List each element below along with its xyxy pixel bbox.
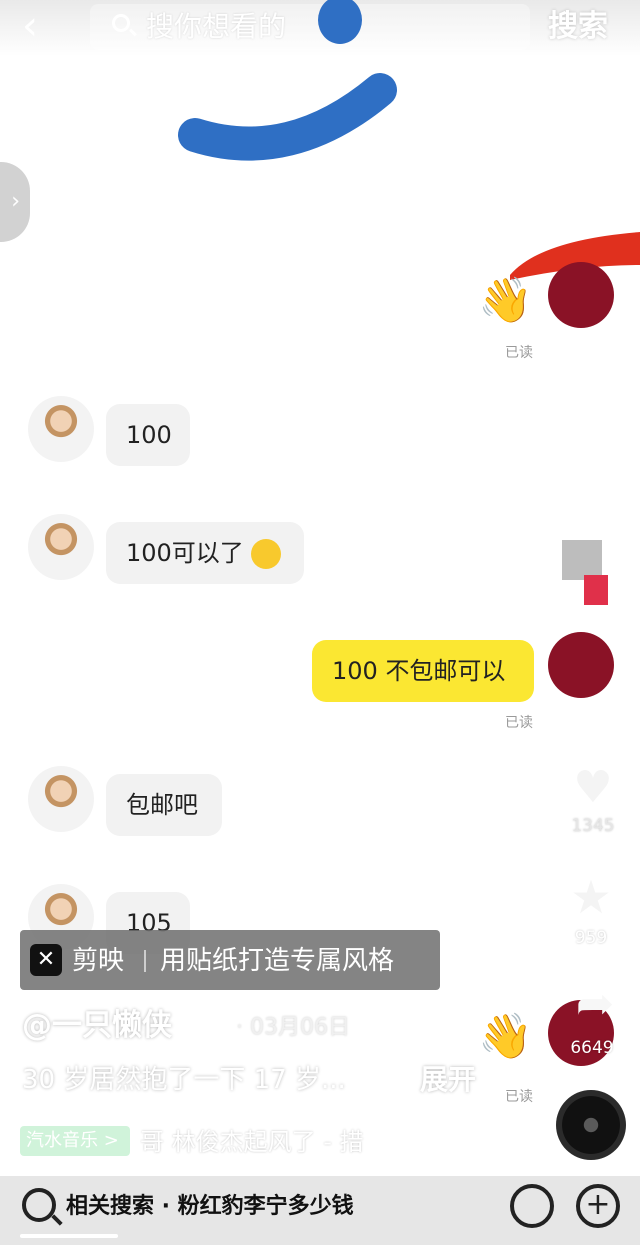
read-receipt: 已读 <box>505 1089 533 1105</box>
music-disc-icon[interactable] <box>556 1090 626 1160</box>
message-bubble: 包邮吧 <box>106 774 222 836</box>
share-count: 6649 <box>570 1038 614 1058</box>
read-receipt: 已读 <box>505 715 533 731</box>
expand-button[interactable]: 展开 <box>420 1060 476 1100</box>
contact-avatar[interactable] <box>28 514 94 580</box>
wave-emoji-icon: 👋 <box>478 1011 533 1062</box>
smiley-doodle <box>178 0 397 161</box>
like-heart-icon[interactable]: ♥ <box>558 766 628 810</box>
post-date: · 03月06日 <box>236 1015 350 1040</box>
contact-avatar[interactable] <box>28 766 94 832</box>
post-description: 30 岁居然抱了一下 17 岁... <box>22 1065 346 1095</box>
laughing-crying-emoji-icon <box>251 539 282 569</box>
read-receipt: 已读 <box>505 345 533 361</box>
back-arrow-icon[interactable]: ‹ <box>22 6 62 46</box>
message-bubble: 100 <box>106 404 190 466</box>
smiley-eye <box>318 0 362 44</box>
wave-emoji-icon: 👋 <box>478 275 533 326</box>
video-progress-bar[interactable] <box>20 1234 118 1238</box>
message-bubble: 100 不包邮可以 <box>312 640 534 702</box>
pixelated-thumbnail <box>584 575 608 605</box>
message-text: 100可以了 <box>126 539 244 567</box>
capcut-app-name[interactable]: 剪映 <box>72 944 124 978</box>
capcut-logo-icon: ✕ <box>30 944 62 976</box>
emoji-face-icon[interactable] <box>510 1184 554 1228</box>
like-count: 1345 <box>571 816 615 836</box>
message-bubble: 100可以了 <box>106 522 304 584</box>
search-button[interactable]: 搜索 <box>548 8 608 46</box>
music-title[interactable]: 哥 林俊杰起风了 - 措 <box>140 1124 420 1160</box>
contact-avatar[interactable] <box>28 396 94 462</box>
my-avatar[interactable] <box>548 262 614 328</box>
search-icon <box>112 14 130 32</box>
capcut-slogan[interactable]: 用贴纸打造专属风格 <box>160 944 394 978</box>
share-arrow-icon[interactable]: ➦ <box>560 980 630 1026</box>
add-comment-icon[interactable]: + <box>576 1184 620 1228</box>
music-source-tag[interactable]: 汽水音乐 > <box>20 1126 130 1156</box>
related-search-link[interactable]: 相关搜索 · 粉红豹李宁多少钱 <box>66 1190 354 1224</box>
my-avatar[interactable] <box>548 632 614 698</box>
search-icon <box>22 1188 56 1222</box>
favorite-count: 959 <box>574 928 608 948</box>
favorite-star-icon[interactable]: ★ <box>556 874 626 920</box>
side-panel-arrow-icon[interactable]: › <box>0 162 30 242</box>
pixelated-thumbnail <box>562 540 602 580</box>
smiley-mouth <box>178 73 397 161</box>
promo-divider <box>144 950 146 972</box>
author-name[interactable]: @一只懒侠 <box>22 1006 172 1046</box>
